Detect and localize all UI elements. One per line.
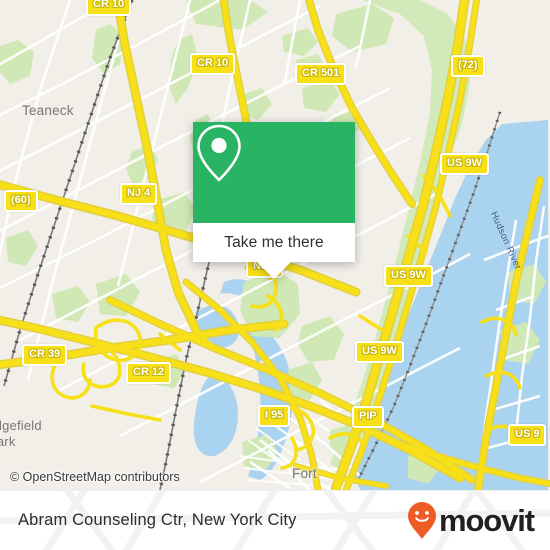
map-pin-icon <box>197 124 241 182</box>
place-label-teaneck: Teaneck <box>22 103 74 118</box>
road-shield-nj4-a[interactable]: NJ 4 <box>120 183 158 205</box>
take-me-there-label: Take me there <box>224 233 324 251</box>
place-label-park: Park <box>0 434 16 449</box>
location-popup-card[interactable]: Take me there <box>193 122 355 279</box>
moovit-wordmark: moovit <box>438 503 535 538</box>
moovit-pin-smiley-icon <box>407 501 436 539</box>
popup-tail-pointer <box>257 262 291 279</box>
road-shield-us9w-c[interactable]: US 9W <box>355 341 404 363</box>
popup-header <box>193 122 355 223</box>
road-shield-60[interactable]: (60) <box>4 190 38 212</box>
popup-action-bar[interactable]: Take me there <box>193 223 355 262</box>
road-shield-cr12[interactable]: CR 12 <box>126 362 172 384</box>
road-shield-i95[interactable]: I 95 <box>258 405 291 427</box>
place-title: Abram Counseling Ctr, New York City <box>18 511 297 529</box>
place-label-ridgefield: Ridgefield <box>0 418 42 433</box>
moovit-logo[interactable]: moovit <box>407 501 535 541</box>
map-canvas[interactable]: Teaneck Ridgefield Park Fort Hudson Rive… <box>0 0 550 490</box>
place-label-fort: Fort <box>292 466 317 481</box>
road-shield-us9w-b[interactable]: US 9W <box>384 265 433 287</box>
road-shield-us9[interactable]: US 9 <box>508 424 547 446</box>
road-shield-cr10-b[interactable]: CR 10 <box>190 53 236 75</box>
road-shield-cr501[interactable]: CR 501 <box>295 63 347 85</box>
osm-attribution[interactable]: © OpenStreetMap contributors <box>10 470 180 484</box>
road-shield-us9w-a[interactable]: US 9W <box>440 153 489 175</box>
road-shield-72[interactable]: (72) <box>451 55 485 77</box>
footer-bar: Abram Counseling Ctr, New York City moov… <box>0 490 550 550</box>
map-screenshot: Teaneck Ridgefield Park Fort Hudson Rive… <box>0 0 550 550</box>
road-shield-pip[interactable]: PIP <box>352 406 384 428</box>
road-shield-cr39[interactable]: CR 39 <box>22 344 68 366</box>
road-shield-cr10-a[interactable]: CR 10 <box>86 0 132 16</box>
